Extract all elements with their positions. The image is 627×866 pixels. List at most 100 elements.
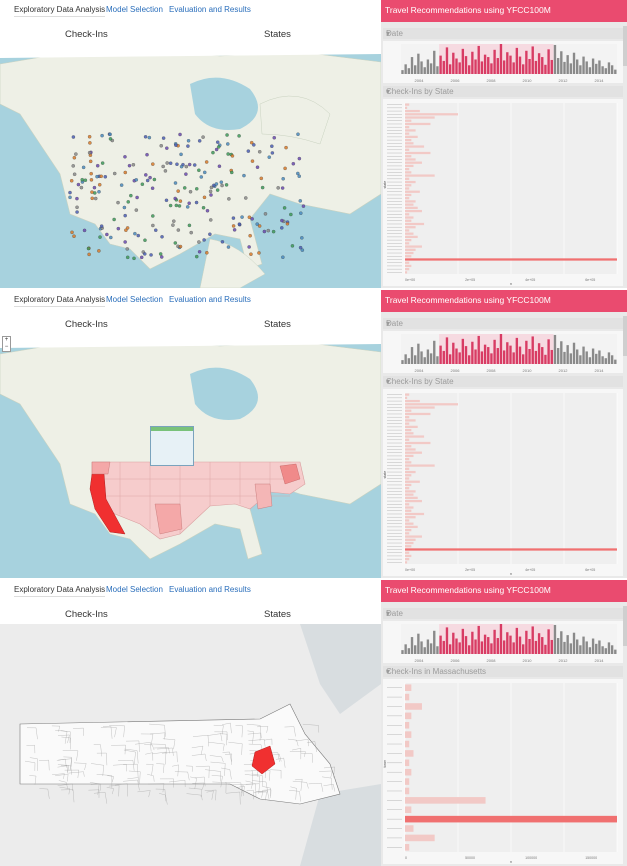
category-bar (405, 425, 418, 429)
y-axis-label: state (383, 181, 387, 189)
date-bar (518, 636, 522, 654)
date-bar (610, 355, 614, 364)
category-bar (405, 480, 420, 483)
category-bar (405, 834, 435, 842)
date-tick-label: 2006 (451, 658, 461, 663)
category-bar (405, 409, 412, 412)
massachusetts-town-map[interactable] (0, 624, 381, 866)
checkin-point (93, 196, 98, 201)
category-bar (405, 258, 617, 261)
category-bar (405, 445, 412, 448)
date-section-header[interactable]: Date ▾ (383, 28, 623, 39)
date-bar (579, 645, 582, 654)
date-bar (433, 340, 436, 364)
checkin-point (99, 224, 104, 228)
tab-model-selection[interactable]: Model Selection (106, 584, 163, 596)
category-bar (405, 116, 435, 119)
date-bar (525, 630, 528, 654)
tab-model-selection[interactable]: Model Selection (106, 294, 163, 306)
tab-evaluation-results[interactable]: Evaluation and Results (169, 294, 251, 306)
chevron-down-icon[interactable]: ▾ (386, 87, 620, 96)
date-bar (455, 638, 458, 654)
category-bar (405, 815, 617, 823)
date-bar (569, 643, 573, 654)
state-section-header[interactable]: Check-Ins by State ▾ (383, 376, 623, 387)
tab-exploratory-data-analysis[interactable]: Exploratory Data Analysis (14, 294, 106, 307)
checkin-point (230, 154, 235, 158)
tab-exploratory-data-analysis[interactable]: Exploratory Data Analysis (14, 584, 106, 597)
zoom-control-icon[interactable]: + − (2, 336, 11, 352)
date-histogram-svg[interactable]: 2004 2006 2008 2010 2012 2014 (383, 621, 623, 663)
tab-evaluation-results[interactable]: Evaluation and Results (169, 4, 251, 16)
date-section-header[interactable]: Date ▾ (383, 318, 623, 329)
date-section-header[interactable]: Date ▾ (383, 608, 623, 619)
checkin-point (145, 152, 149, 157)
tab-exploratory-data-analysis[interactable]: Exploratory Data Analysis (14, 4, 106, 17)
category-bar (405, 797, 486, 804)
category-bar (405, 132, 410, 135)
checkin-point (132, 256, 136, 261)
chevron-down-icon[interactable]: ▾ (386, 319, 620, 328)
checkin-point (232, 228, 237, 232)
date-histogram-svg[interactable]: 2004 2006 2008 2010 2012 2014 (383, 331, 623, 373)
date-tick-label: 2006 (451, 368, 461, 373)
category-bar (405, 844, 410, 851)
state-popup[interactable] (150, 426, 194, 466)
category-bar (405, 126, 410, 129)
checkin-point (280, 226, 284, 230)
states-choropleth-map[interactable]: + − (0, 334, 381, 578)
checkin-point (184, 172, 188, 176)
state-bar-chart[interactable]: 0e+00 2e+05 4e+05 6e+05 n state (383, 389, 623, 576)
chevron-down-icon[interactable]: ▾ (386, 667, 620, 676)
category-bar (405, 180, 416, 184)
checkin-point (197, 250, 202, 254)
date-bar (496, 348, 499, 364)
date-bar (490, 643, 493, 654)
date-bar (502, 60, 506, 74)
date-histogram[interactable]: 2004 2006 2008 2010 2012 2014 (383, 41, 623, 83)
chevron-down-icon[interactable]: ▾ (386, 609, 620, 618)
chevron-down-icon[interactable]: ▾ (386, 377, 620, 386)
date-histogram[interactable]: 2004 2006 2008 2010 2012 2014 (383, 331, 623, 373)
date-bar (528, 59, 531, 74)
checkin-point (219, 180, 224, 184)
date-bar (591, 348, 595, 364)
checkin-point (186, 144, 190, 148)
category-bar (405, 438, 410, 441)
date-bar (477, 625, 480, 654)
checkin-point (220, 240, 225, 244)
checkin-point (182, 186, 187, 190)
date-histogram-svg[interactable]: 2004 2006 2008 2010 2012 2014 (383, 41, 623, 83)
checkin-point (225, 133, 229, 137)
state-bar-chart[interactable]: 0e+00 2e+05 4e+05 6e+05 n state (383, 99, 623, 286)
state-section-header[interactable]: Check-Ins by State ▾ (383, 86, 623, 97)
checkin-point (125, 247, 130, 251)
tab-evaluation-results[interactable]: Evaluation and Results (169, 584, 251, 596)
checkin-point (135, 195, 139, 200)
date-bar (493, 49, 496, 74)
category-bar (405, 419, 416, 422)
category-bar (405, 245, 422, 248)
date-bar (566, 345, 569, 364)
date-histogram[interactable]: 2004 2006 2008 2010 2012 2014 (383, 621, 623, 663)
checkin-point (151, 214, 155, 218)
category-bar (405, 406, 435, 409)
scrollbar[interactable] (623, 316, 627, 356)
checkin-point (129, 193, 133, 198)
date-tick-label: 2008 (487, 78, 497, 83)
date-bar (537, 633, 541, 654)
category-bar (405, 203, 414, 206)
mass-town-bar-chart[interactable]: 0 50000 100000 150000 n town (383, 679, 623, 864)
checkins-point-map[interactable] (0, 44, 381, 288)
chevron-down-icon[interactable]: ▾ (386, 29, 620, 38)
date-bar (601, 646, 604, 654)
checkin-point (108, 137, 113, 141)
checkin-point (75, 196, 79, 201)
scrollbar[interactable] (623, 606, 627, 646)
scrollbar[interactable] (623, 26, 627, 66)
tab-model-selection[interactable]: Model Selection (106, 4, 163, 16)
date-bar (534, 350, 538, 364)
checkin-point (220, 183, 224, 188)
nav-tabs: Exploratory Data Analysis Model Selectio… (0, 0, 381, 22)
mass-section-header[interactable]: Check-Ins in Massachusetts ▾ (383, 666, 623, 677)
